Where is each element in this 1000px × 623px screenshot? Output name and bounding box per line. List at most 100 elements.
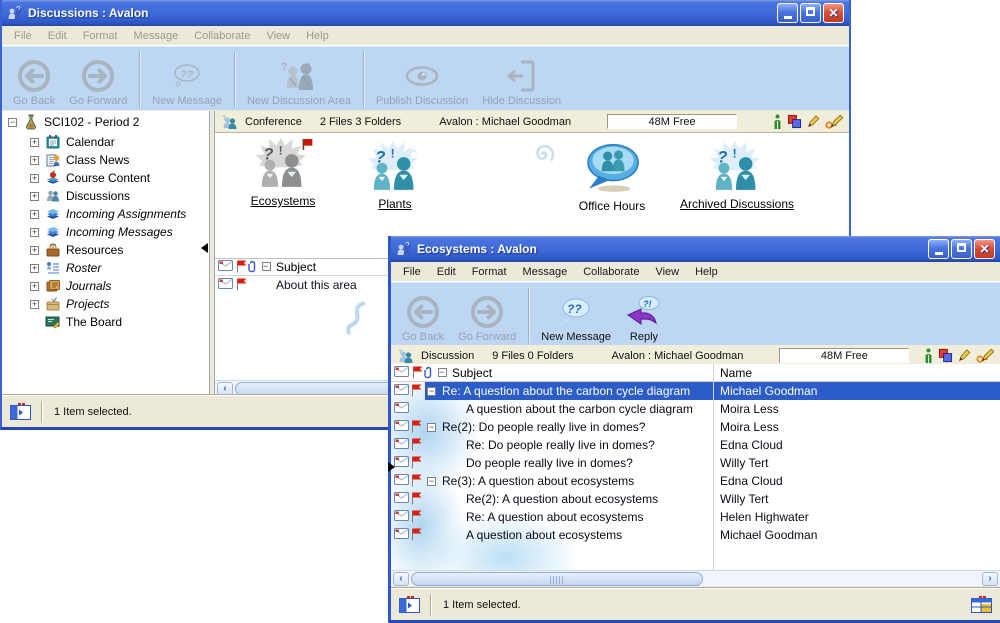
menu-message[interactable]: Message <box>126 28 187 44</box>
titlebar-discussions[interactable]: ? Discussions : Avalon ✕ <box>2 0 849 26</box>
scroll-left-button[interactable]: ‹ <box>217 382 233 396</box>
menu-file[interactable]: File <box>6 28 40 44</box>
tree-item-course-content[interactable]: +Course Content <box>30 169 150 187</box>
menu-collaborate[interactable]: Collaborate <box>575 264 647 280</box>
toolbar-button-reply[interactable]: ?!Reply <box>618 285 670 346</box>
toolbar-button-new-message[interactable]: ??New Message <box>534 285 618 346</box>
tree-expander[interactable]: + <box>30 174 39 183</box>
tree-item-incoming-messages[interactable]: +Incoming Messages <box>30 223 173 241</box>
menu-help[interactable]: Help <box>298 28 337 44</box>
attachment-column-icon[interactable] <box>424 366 433 379</box>
tree-item-roster[interactable]: +Roster <box>30 259 101 277</box>
tree-item-class-news[interactable]: +Class News <box>30 151 129 169</box>
toolbar-button-publish-discussion[interactable]: Publish Discussion <box>369 49 475 110</box>
tree-expander[interactable]: + <box>30 156 39 165</box>
menu-format[interactable]: Format <box>464 264 515 280</box>
menu-edit[interactable]: Edit <box>40 28 75 44</box>
tree-expander[interactable]: + <box>30 300 39 309</box>
conference-item-archived-discussions[interactable]: ? ! Archived Discussions <box>677 141 797 211</box>
tree-item-root[interactable]: −SCI102 - Period 2 <box>8 113 139 131</box>
thread-collapse-box[interactable]: − <box>427 423 436 432</box>
minimize-button[interactable] <box>777 3 798 23</box>
message-row[interactable]: Re(2): A question about ecosystemsWilly … <box>391 490 1000 508</box>
message-row[interactable]: −Re(3): A question about ecosystemsEdna … <box>391 472 1000 490</box>
tree-expander[interactable]: + <box>30 210 39 219</box>
message-row[interactable]: Do people really live in domes?Willy Ter… <box>391 454 1000 472</box>
view-toggle-icon[interactable] <box>971 596 992 613</box>
menu-format[interactable]: Format <box>75 28 126 44</box>
titlebar-ecosystems[interactable]: ? Ecosystems : Avalon ✕ <box>391 236 1000 262</box>
toolbar-button-go-forward[interactable]: Go Forward <box>62 49 134 110</box>
maximize-button[interactable] <box>951 239 972 259</box>
pages-icon[interactable] <box>787 114 802 129</box>
tree-item-the-board[interactable]: The Board <box>30 313 122 331</box>
tree-expander[interactable]: + <box>30 192 39 201</box>
horizontal-scrollbar[interactable]: ‹ › <box>391 570 1000 586</box>
flag-column-icon[interactable] <box>412 366 423 379</box>
who-is-online-icon[interactable] <box>773 114 782 129</box>
conference-item-plants[interactable]: ? ! Plants <box>335 141 455 211</box>
scroll-right-button[interactable]: › <box>982 572 998 586</box>
edit-key-icon[interactable] <box>825 114 843 129</box>
toggle-pane-icon[interactable] <box>399 596 420 613</box>
tree-item-journals[interactable]: +Journals <box>30 277 111 295</box>
toolbar-button-hide-discussion[interactable]: Hide Discussion <box>475 49 568 110</box>
minimize-button[interactable] <box>928 239 949 259</box>
menu-view[interactable]: View <box>647 264 687 280</box>
collapse-all-box[interactable]: − <box>262 262 271 271</box>
tree-item-discussions[interactable]: +Discussions <box>30 187 130 205</box>
message-row[interactable]: −Re: A question about the carbon cycle d… <box>391 382 1000 400</box>
splitter-collapse-arrow-icon[interactable] <box>388 462 395 472</box>
name-column-label[interactable]: Name <box>720 366 752 380</box>
scrollbar-thumb[interactable] <box>411 572 703 586</box>
message-row[interactable]: Re: Do people really live in domes?Edna … <box>391 436 1000 454</box>
close-button[interactable]: ✕ <box>823 3 844 23</box>
menu-message[interactable]: Message <box>515 264 576 280</box>
conference-item-office-hours[interactable]: Office Hours <box>552 143 672 213</box>
attachment-column-icon[interactable] <box>248 260 257 273</box>
message-row[interactable]: −Re(2): Do people really live in domes?M… <box>391 418 1000 436</box>
menu-help[interactable]: Help <box>687 264 726 280</box>
toolbar-button-new-discussion-area[interactable]: ?!New Discussion Area <box>240 49 358 110</box>
tree-item-resources[interactable]: +Resources <box>30 241 123 259</box>
edit-key-icon[interactable] <box>976 348 994 363</box>
flag-column-icon[interactable] <box>236 260 247 273</box>
tree-expander[interactable]: + <box>30 228 39 237</box>
message-list-header[interactable]: − Subject Name <box>391 364 1000 382</box>
collapse-all-box[interactable]: − <box>438 368 447 377</box>
toolbar-button-go-back[interactable]: Go Back <box>395 285 451 346</box>
scroll-left-button[interactable]: ‹ <box>393 572 409 586</box>
splitter-collapse-arrow-icon[interactable] <box>201 243 208 253</box>
envelope-column-icon[interactable] <box>394 366 409 377</box>
maximize-button[interactable] <box>800 3 821 23</box>
tree-expander[interactable]: + <box>30 282 39 291</box>
toolbar-button-go-back[interactable]: Go Back <box>6 49 62 110</box>
menu-edit[interactable]: Edit <box>429 264 464 280</box>
toolbar-button-go-forward[interactable]: Go Forward <box>451 285 523 346</box>
close-button[interactable]: ✕ <box>974 239 995 259</box>
tree-expander[interactable]: + <box>30 138 39 147</box>
message-row[interactable]: A question about the carbon cycle diagra… <box>391 400 1000 418</box>
edit-permission-icon[interactable] <box>807 114 820 129</box>
tree-item-projects[interactable]: +Projects <box>30 295 109 313</box>
conference-item-ecosystems[interactable]: ? ! Ecosystems <box>223 138 343 208</box>
thread-collapse-box[interactable]: − <box>427 387 436 396</box>
message-row[interactable]: A question about ecosystemsMichael Goodm… <box>391 526 1000 544</box>
tree-expander[interactable]: − <box>8 118 17 127</box>
edit-permission-icon[interactable] <box>958 348 971 363</box>
menu-view[interactable]: View <box>258 28 298 44</box>
subject-column-label[interactable]: Subject <box>452 366 492 380</box>
menu-file[interactable]: File <box>395 264 429 280</box>
who-is-online-icon[interactable] <box>924 348 933 363</box>
tree-expander[interactable]: + <box>30 264 39 273</box>
message-row[interactable]: Re: A question about ecosystemsHelen Hig… <box>391 508 1000 526</box>
tree-expander[interactable]: + <box>30 246 39 255</box>
toggle-pane-icon[interactable] <box>10 403 31 420</box>
tree-item-incoming-assignments[interactable]: +Incoming Assignments <box>30 205 186 223</box>
menu-collaborate[interactable]: Collaborate <box>186 28 258 44</box>
toolbar-button-new-message[interactable]: ??New Message <box>145 49 229 110</box>
pages-icon[interactable] <box>938 348 953 363</box>
thread-collapse-box[interactable]: − <box>427 477 436 486</box>
tree-item-calendar[interactable]: +Calendar <box>30 133 115 151</box>
subject-column-label[interactable]: Subject <box>276 260 316 274</box>
